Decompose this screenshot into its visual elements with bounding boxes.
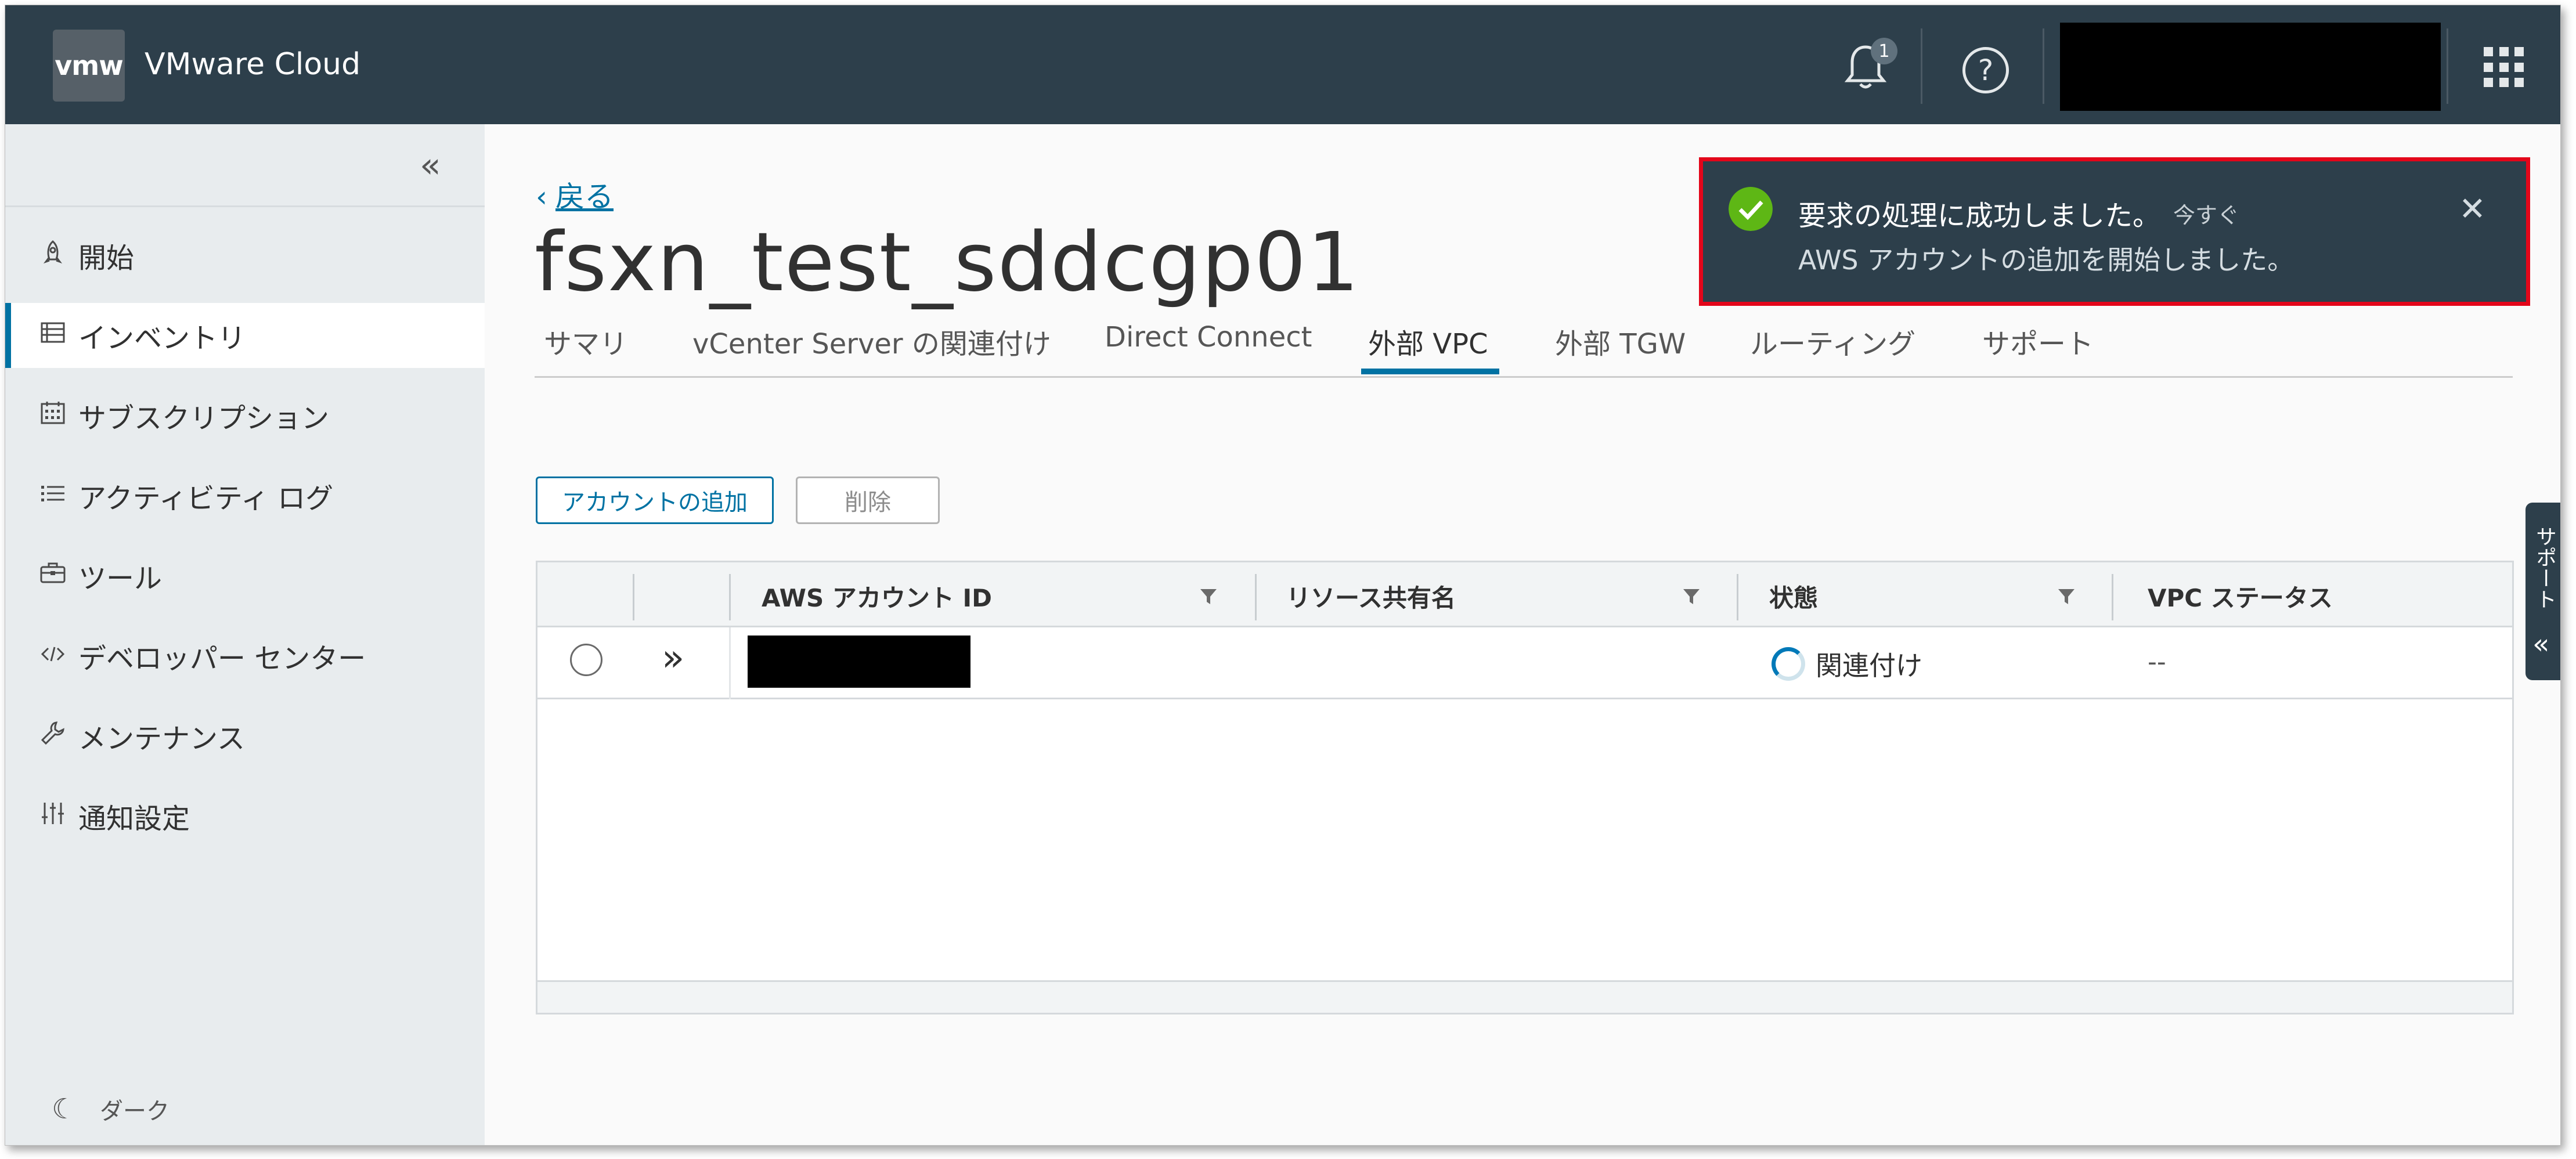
calendar-icon (38, 400, 68, 431)
column-header-vpc-status[interactable]: VPC ステータス (2148, 579, 2333, 614)
sidebar-item-notification-settings[interactable]: 通知設定 (5, 784, 485, 849)
sidebar-divider (5, 205, 485, 207)
tab-support[interactable]: サポート (1982, 321, 2094, 362)
header-divider (2447, 28, 2448, 104)
sliders-icon (38, 801, 68, 832)
list-icon (38, 481, 68, 511)
filter-icon[interactable] (2057, 587, 2076, 606)
sidebar-item-maintenance[interactable]: メンテナンス (5, 703, 485, 768)
column-divider[interactable] (1737, 574, 1738, 620)
sidebar-item-label: アクティビティ ログ (78, 482, 334, 515)
header-divider (2043, 28, 2044, 104)
row-select-radio[interactable] (570, 644, 602, 676)
sidebar-item-label: サブスクリプション (78, 402, 330, 435)
close-icon[interactable]: ✕ (2459, 190, 2486, 228)
toast-timestamp: 今すぐ (2173, 203, 2240, 228)
column-divider (729, 574, 731, 620)
sidebar-item-label: デベロッパー センター (78, 642, 366, 675)
sidebar-item-tools[interactable]: ツール (5, 543, 485, 608)
success-check-icon (1729, 187, 1773, 231)
rocket-icon (38, 240, 68, 272)
tab-direct-connect[interactable]: Direct Connect (1105, 321, 1312, 353)
wrench-icon (38, 720, 68, 752)
back-link[interactable]: ‹ 戻る (536, 174, 614, 215)
support-side-tab[interactable]: サポート « (2526, 503, 2560, 680)
help-icon[interactable]: ? (1962, 47, 2009, 93)
sidebar-item-label: メンテナンス (78, 723, 246, 755)
add-account-button[interactable]: アカウントの追加 (536, 476, 774, 524)
column-header-aws-account-id[interactable]: AWS アカウント ID (762, 579, 992, 614)
inventory-icon (38, 321, 68, 351)
chevron-left-double-icon: « (2532, 628, 2550, 660)
sidebar-item-label: インベントリ (78, 322, 246, 355)
tab-bar: サマリ vCenter Server の関連付け Direct Connect … (535, 316, 2513, 378)
column-divider[interactable] (2112, 574, 2113, 620)
aws-account-id-redacted (748, 636, 970, 688)
active-tab-indicator (1361, 369, 1499, 374)
back-label: 戻る (555, 180, 614, 214)
sidebar-item-activity-log[interactable]: アクティビティ ログ (5, 463, 485, 528)
table-row: » 関連付け -- (537, 627, 2512, 699)
support-tab-label: サポート (2532, 526, 2556, 609)
collapse-sidebar-icon[interactable]: « (420, 145, 441, 186)
tab-external-vpc[interactable]: 外部 VPC (1368, 321, 1488, 362)
tab-summary[interactable]: サマリ (544, 321, 627, 362)
sidebar-item-label: 開始 (78, 242, 135, 275)
vmware-logo[interactable]: vmw (53, 30, 125, 102)
sidebar-item-subscriptions[interactable]: サブスクリプション (5, 383, 485, 448)
filter-icon[interactable] (1199, 587, 1218, 606)
column-header-state[interactable]: 状態 (1769, 579, 1818, 614)
notification-badge: 1 (1871, 38, 1897, 64)
sidebar: « 開始 インベントリ サブスクリプション アクティビティ ログ ツール デベロ… (5, 124, 485, 1145)
expand-row-icon[interactable]: » (662, 637, 684, 680)
top-header: vmw VMware Cloud 1 ? (5, 5, 2560, 124)
moon-icon: ☾ (52, 1093, 77, 1125)
vpc-status-cell: -- (2148, 647, 2166, 677)
column-header-resource-share-name[interactable]: リソース共有名 (1286, 579, 1456, 614)
column-divider (729, 627, 731, 699)
state-cell: 関連付け (1816, 650, 1922, 681)
delete-button[interactable]: 削除 (796, 476, 940, 524)
tab-vcenter-association[interactable]: vCenter Server の関連付け (692, 321, 1051, 362)
table-footer (537, 980, 2512, 1013)
user-menu-redacted[interactable] (2060, 23, 2441, 111)
dark-mode-label: ダーク (100, 1098, 170, 1125)
sidebar-item-start[interactable]: 開始 (5, 223, 485, 288)
sidebar-item-developer-center[interactable]: デベロッパー センター (5, 623, 485, 688)
tab-external-tgw[interactable]: 外部 TGW (1555, 321, 1686, 362)
chevron-left-icon: ‹ (536, 180, 547, 214)
filter-icon[interactable] (1682, 587, 1701, 606)
toolbox-icon (38, 561, 68, 591)
toast-title: 要求の処理に成功しました。 (1798, 200, 2161, 232)
sidebar-item-label: ツール (78, 562, 163, 595)
code-icon (38, 641, 68, 671)
spinner-icon (1772, 647, 1805, 681)
app-title[interactable]: VMware Cloud (145, 47, 360, 82)
toast-message: AWS アカウントの追加を開始しました。 (1798, 244, 2294, 276)
accounts-datagrid: AWS アカウント ID リソース共有名 状態 VPC ステータス » 関連付け… (536, 561, 2514, 1014)
app-switcher-icon[interactable] (2484, 47, 2524, 88)
sidebar-item-inventory[interactable]: インベントリ (5, 303, 485, 368)
tab-routing[interactable]: ルーティング (1750, 321, 1915, 362)
app-window: vmw VMware Cloud 1 ? « 開始 インベントリ サブスクリプシ… (5, 5, 2561, 1146)
dark-mode-toggle[interactable]: ☾ ダーク (52, 1092, 169, 1126)
column-divider[interactable] (1255, 574, 1257, 620)
column-divider (633, 574, 634, 620)
table-header: AWS アカウント ID リソース共有名 状態 VPC ステータス (537, 562, 2512, 627)
page-title: fsxn_test_sddcgp01 (535, 215, 1361, 310)
success-toast: 要求の処理に成功しました。 今すぐ AWS アカウントの追加を開始しました。 ✕ (1699, 157, 2530, 306)
sidebar-item-label: 通知設定 (78, 803, 190, 835)
header-divider (1921, 28, 1922, 104)
